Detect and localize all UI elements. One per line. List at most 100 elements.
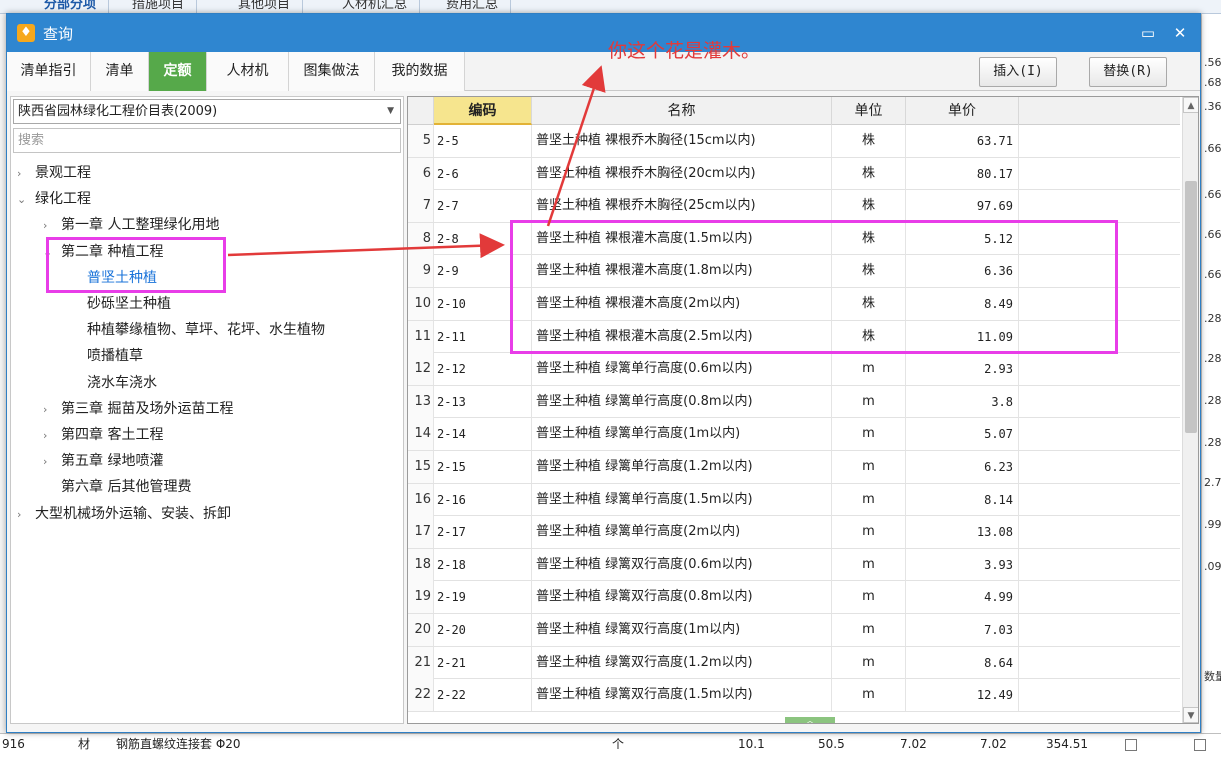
bg-right-value: .99 bbox=[1204, 518, 1221, 531]
tree-node[interactable]: › 第五章 绿地喷灌 bbox=[43, 448, 163, 474]
tab-3[interactable]: 人材机 bbox=[207, 52, 289, 91]
maximize-icon[interactable]: ▭ bbox=[1137, 22, 1159, 44]
table-row[interactable]: 22 2-22 普坚土种植 绿篱双行高度(1.5m以内) m 12.49 bbox=[408, 679, 1180, 712]
tree-node[interactable]: 喷播植草 bbox=[69, 343, 143, 369]
tree-node[interactable]: 浇水车浇水 bbox=[69, 370, 157, 396]
cell-blank bbox=[1019, 418, 1180, 450]
tree-node[interactable]: 砂砾坚土种植 bbox=[69, 291, 171, 317]
vertical-scrollbar[interactable]: ▲ ▼ bbox=[1182, 97, 1198, 723]
table-row[interactable]: 20 2-20 普坚土种植 绿篱双行高度(1m以内) m 7.03 bbox=[408, 614, 1180, 647]
scroll-down-icon[interactable]: ▼ bbox=[1183, 707, 1198, 723]
chevron-right-icon[interactable]: › bbox=[17, 502, 35, 528]
tab-5[interactable]: 我的数据 bbox=[375, 52, 465, 91]
tree-node-label: 浇水车浇水 bbox=[87, 374, 157, 391]
search-input[interactable] bbox=[13, 128, 401, 153]
table-row[interactable]: 12 2-12 普坚土种植 绿篱单行高度(0.6m以内) m 2.93 bbox=[408, 353, 1180, 386]
cell-price: 8.14 bbox=[906, 483, 1019, 516]
dialog-titlebar[interactable]: ♦ 查询 ▭ ✕ bbox=[7, 14, 1200, 52]
bg-row-checkbox-1[interactable] bbox=[1125, 739, 1137, 751]
bg-row-v2: 50.5 bbox=[818, 737, 845, 751]
table-row[interactable]: 5 2-5 普坚土种植 裸根乔木胸径(15cm以内) 株 63.71 bbox=[408, 125, 1180, 158]
table-row[interactable]: 14 2-14 普坚土种植 绿篱单行高度(1m以内) m 5.07 bbox=[408, 418, 1180, 451]
tab-4[interactable]: 图集做法 bbox=[289, 52, 375, 91]
bg-row-type: 材 bbox=[78, 737, 91, 751]
tree-node[interactable]: 种植攀缘植物、草坪、花坪、水生植物 bbox=[69, 317, 325, 343]
table-row[interactable]: 17 2-17 普坚土种植 绿篱单行高度(2m以内) m 13.08 bbox=[408, 516, 1180, 549]
tab-0[interactable]: 清单指引 bbox=[7, 52, 91, 91]
cell-price: 4.99 bbox=[906, 581, 1019, 614]
table-row[interactable]: 6 2-6 普坚土种植 裸根乔木胸径(20cm以内) 株 80.17 bbox=[408, 157, 1180, 191]
table-row[interactable]: 18 2-18 普坚土种植 绿篱双行高度(0.6m以内) m 3.93 bbox=[408, 548, 1180, 582]
table-row[interactable]: 7 2-7 普坚土种植 裸根乔木胸径(25cm以内) 株 97.69 bbox=[408, 190, 1180, 223]
cell-idx: 13 bbox=[408, 385, 434, 418]
cell-name: 普坚土种植 绿篱双行高度(1.2m以内) bbox=[532, 646, 832, 679]
tree-node-label: 绿化工程 bbox=[35, 191, 91, 208]
cell-blank bbox=[1019, 158, 1180, 190]
cell-code: 2-12 bbox=[434, 353, 532, 386]
cell-code: 2-16 bbox=[434, 483, 532, 516]
tree-node[interactable]: › 第三章 掘苗及场外运苗工程 bbox=[43, 396, 233, 422]
tree-node[interactable]: › 第一章 人工整理绿化用地 bbox=[43, 212, 219, 238]
bg-top-tab[interactable]: 分部分项 bbox=[32, 0, 110, 14]
chevron-right-icon[interactable]: › bbox=[43, 423, 61, 449]
cell-code: 2-13 bbox=[434, 385, 532, 418]
query-dialog: ♦ 查询 ▭ ✕ 插入(I) 替换(R) 清单指引 清单 定额 人材机 图集做法 我的数据… bbox=[6, 13, 1201, 733]
cell-name: 普坚土种植 绿篱双行高度(0.8m以内) bbox=[532, 581, 832, 614]
chevron-right-icon[interactable]: › bbox=[43, 213, 61, 239]
table-row[interactable]: 16 2-16 普坚土种植 绿篱单行高度(1.5m以内) m 8.14 bbox=[408, 483, 1180, 517]
table-row[interactable]: 19 2-19 普坚土种植 绿篱双行高度(0.8m以内) m 4.99 bbox=[408, 581, 1180, 614]
tree-node[interactable]: › 景观工程 bbox=[17, 160, 91, 186]
library-select[interactable]: 陕西省园林绿化工程价目表(2009) ▼ bbox=[13, 99, 401, 124]
tree-node[interactable]: 第六章 后其他管理费 bbox=[43, 474, 191, 500]
scroll-thumb[interactable] bbox=[1185, 181, 1197, 433]
left-tree-panel: 陕西省园林绿化工程价目表(2009) ▼ ›景观工程⌄绿化工程›第一章 人工整理… bbox=[10, 96, 404, 724]
replace-button[interactable]: 替换(R) bbox=[1089, 57, 1167, 87]
insert-button[interactable]: 插入(I) bbox=[979, 57, 1057, 87]
cell-unit: 株 bbox=[832, 190, 906, 223]
cell-name: 普坚土种植 绿篱单行高度(2m以内) bbox=[532, 516, 832, 549]
chevron-right-icon[interactable]: › bbox=[17, 161, 35, 187]
header-unit[interactable]: 单位 bbox=[832, 97, 906, 125]
table-row[interactable]: 15 2-15 普坚土种植 绿篱单行高度(1.2m以内) m 6.23 bbox=[408, 451, 1180, 484]
chevron-right-icon[interactable]: › bbox=[43, 449, 61, 475]
tab-2[interactable]: 定额 bbox=[149, 52, 207, 91]
cell-unit: m bbox=[832, 548, 906, 581]
bg-right-value: .68 bbox=[1204, 76, 1221, 89]
cell-code: 2-6 bbox=[434, 157, 532, 190]
chevron-down-icon[interactable]: ▼ bbox=[387, 100, 394, 123]
tree-node[interactable]: › 第四章 客土工程 bbox=[43, 422, 163, 448]
header-price[interactable]: 单价 bbox=[906, 97, 1019, 125]
tab-1[interactable]: 清单 bbox=[91, 52, 149, 91]
bg-right-value: .66 bbox=[1204, 228, 1221, 241]
cell-price: 2.93 bbox=[906, 353, 1019, 386]
bg-row-checkbox-2[interactable] bbox=[1194, 739, 1206, 751]
header-name[interactable]: 名称 bbox=[532, 97, 832, 125]
bg-top-tab[interactable]: 其他项目 bbox=[226, 0, 304, 14]
header-blank bbox=[1019, 97, 1180, 125]
header-code[interactable]: 编码 bbox=[434, 97, 532, 125]
cell-idx: 10 bbox=[408, 288, 434, 320]
cell-name: 普坚土种植 绿篱双行高度(0.6m以内) bbox=[532, 548, 832, 581]
bg-top-tab[interactable]: 费用汇总 bbox=[434, 0, 512, 14]
chevron-right-icon[interactable]: › bbox=[43, 397, 61, 423]
bg-row-unit: 个 bbox=[612, 737, 625, 751]
table-row[interactable]: 13 2-13 普坚土种植 绿篱单行高度(0.8m以内) m 3.8 bbox=[408, 385, 1180, 419]
tree-node-label: 第一章 人工整理绿化用地 bbox=[61, 217, 220, 234]
table-row[interactable]: 21 2-21 普坚土种植 绿篱双行高度(1.2m以内) m 8.64 bbox=[408, 646, 1180, 680]
cell-name: 普坚土种植 裸根乔木胸径(20cm以内) bbox=[532, 157, 832, 190]
cell-price: 5.07 bbox=[906, 418, 1019, 451]
scroll-up-icon[interactable]: ▲ bbox=[1183, 97, 1198, 113]
close-icon[interactable]: ✕ bbox=[1169, 22, 1191, 44]
cell-blank bbox=[1019, 581, 1180, 613]
cell-idx: 19 bbox=[408, 581, 434, 614]
tree-node[interactable]: › 大型机械场外运输、安装、拆卸 bbox=[17, 501, 231, 527]
cell-unit: m bbox=[832, 679, 906, 712]
expand-grip-icon[interactable]: ︿ bbox=[785, 717, 835, 723]
chevron-down-icon[interactable]: ⌄ bbox=[17, 187, 35, 213]
bg-top-tab[interactable]: 措施项目 bbox=[120, 0, 198, 14]
cell-unit: m bbox=[832, 614, 906, 646]
tree-node[interactable]: ⌄ 绿化工程 bbox=[17, 186, 91, 212]
cell-unit: m bbox=[832, 516, 906, 549]
cell-name: 普坚土种植 绿篱单行高度(0.8m以内) bbox=[532, 385, 832, 418]
bg-top-tab[interactable]: 人材机汇总 bbox=[330, 0, 421, 14]
